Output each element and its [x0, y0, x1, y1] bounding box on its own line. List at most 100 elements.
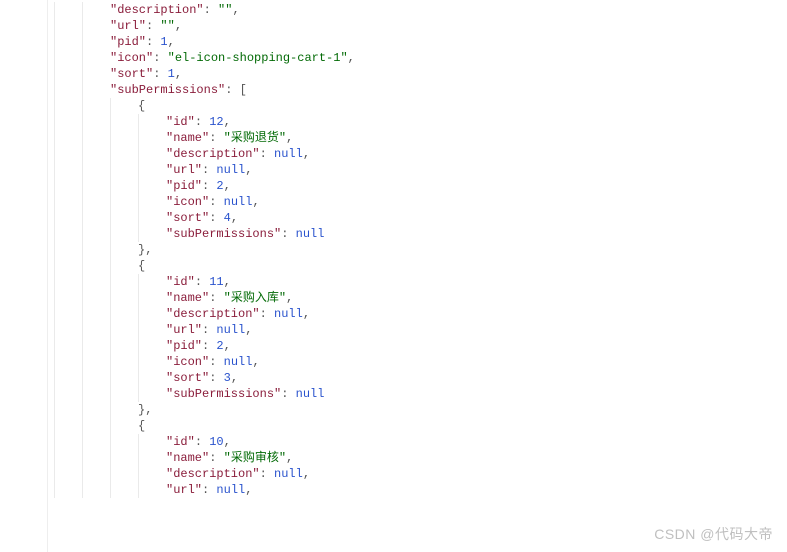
- token-num: 1: [168, 67, 175, 81]
- gutter-line: [0, 2, 47, 18]
- token-key: "description": [110, 3, 204, 17]
- token-punc: :: [281, 227, 295, 241]
- token-punc: ,: [348, 51, 355, 65]
- token-num: 1: [160, 35, 167, 49]
- token-key: "id": [166, 275, 195, 289]
- token-null: null: [224, 195, 253, 209]
- gutter-line: [0, 322, 47, 338]
- code-line: "name": "采购入库",: [54, 290, 787, 306]
- token-key: "name": [166, 291, 209, 305]
- gutter-line: [0, 130, 47, 146]
- gutter-line: [0, 418, 47, 434]
- token-key: "pid": [110, 35, 146, 49]
- token-punc: :: [209, 451, 223, 465]
- code-line: {: [54, 98, 787, 114]
- code-line: "icon": "el-icon-shopping-cart-1",: [54, 50, 787, 66]
- code-line: {: [54, 258, 787, 274]
- token-str: "采购审核": [224, 451, 286, 465]
- code-line: "description": null,: [54, 146, 787, 162]
- code-line: "name": "采购退货",: [54, 130, 787, 146]
- gutter-line: [0, 258, 47, 274]
- token-punc: ,: [303, 307, 310, 321]
- token-punc: ,: [286, 131, 293, 145]
- token-punc: ,: [224, 179, 231, 193]
- code-line: "pid": 1,: [54, 34, 787, 50]
- gutter-line: [0, 146, 47, 162]
- gutter-line: [0, 450, 47, 466]
- token-num: 2: [216, 179, 223, 193]
- token-punc: ,: [286, 451, 293, 465]
- code-line: "subPermissions": [: [54, 82, 787, 98]
- gutter-line: [0, 402, 47, 418]
- token-punc: :: [281, 387, 295, 401]
- token-punc: :: [260, 467, 274, 481]
- gutter-line: [0, 66, 47, 82]
- token-str: "": [160, 19, 174, 33]
- token-str: "采购退货": [224, 131, 286, 145]
- token-punc: ,: [224, 115, 231, 129]
- code-line: "url": "",: [54, 18, 787, 34]
- token-punc: :: [195, 275, 209, 289]
- token-key: "description": [166, 147, 260, 161]
- token-punc: :: [209, 211, 223, 225]
- token-punc: : [: [225, 83, 247, 97]
- token-null: null: [216, 163, 245, 177]
- token-punc: ,: [303, 467, 310, 481]
- gutter-line: [0, 274, 47, 290]
- token-punc: :: [202, 179, 216, 193]
- gutter-line: [0, 98, 47, 114]
- token-null: null: [296, 387, 325, 401]
- token-key: "description": [166, 467, 260, 481]
- gutter-line: [0, 242, 47, 258]
- gutter-line: [0, 466, 47, 482]
- token-punc: ,: [286, 291, 293, 305]
- gutter-line: [0, 226, 47, 242]
- token-key: "icon": [110, 51, 153, 65]
- token-punc: :: [202, 483, 216, 497]
- token-punc: ,: [252, 195, 259, 209]
- token-brace: {: [138, 99, 145, 113]
- token-str: "": [218, 3, 232, 17]
- gutter-line: [0, 34, 47, 50]
- code-line: "sort": 1,: [54, 66, 787, 82]
- watermark: CSDN @代码大帝: [654, 524, 773, 544]
- code-line: "url": null,: [54, 482, 787, 498]
- code-line: "subPermissions": null: [54, 226, 787, 242]
- token-punc: ,: [232, 3, 239, 17]
- gutter-line: [0, 162, 47, 178]
- token-key: "sort": [166, 371, 209, 385]
- token-num: 10: [209, 435, 223, 449]
- gutter-line: [0, 306, 47, 322]
- token-key: "description": [166, 307, 260, 321]
- gutter: [0, 0, 48, 552]
- token-punc: :: [202, 339, 216, 353]
- token-null: null: [274, 467, 303, 481]
- token-punc: :: [195, 115, 209, 129]
- token-punc: ,: [245, 163, 252, 177]
- token-null: null: [274, 147, 303, 161]
- gutter-line: [0, 338, 47, 354]
- token-key: "url": [166, 163, 202, 177]
- token-punc: :: [146, 19, 160, 33]
- token-brace: },: [138, 403, 152, 417]
- token-punc: ,: [175, 67, 182, 81]
- token-null: null: [216, 483, 245, 497]
- gutter-line: [0, 178, 47, 194]
- gutter-line: [0, 290, 47, 306]
- token-punc: ,: [231, 371, 238, 385]
- code-line: "id": 10,: [54, 434, 787, 450]
- code-line: "description": null,: [54, 466, 787, 482]
- token-key: "icon": [166, 195, 209, 209]
- token-punc: :: [153, 67, 167, 81]
- gutter-line: [0, 18, 47, 34]
- code-area[interactable]: "description": "","url": "","pid": 1,"ic…: [48, 0, 787, 552]
- gutter-line: [0, 114, 47, 130]
- token-punc: :: [209, 291, 223, 305]
- token-punc: :: [209, 371, 223, 385]
- code-line: "description": "",: [54, 2, 787, 18]
- token-key: "sort": [110, 67, 153, 81]
- code-line: "description": null,: [54, 306, 787, 322]
- code-line: "url": null,: [54, 162, 787, 178]
- token-punc: ,: [252, 355, 259, 369]
- code-line: },: [54, 242, 787, 258]
